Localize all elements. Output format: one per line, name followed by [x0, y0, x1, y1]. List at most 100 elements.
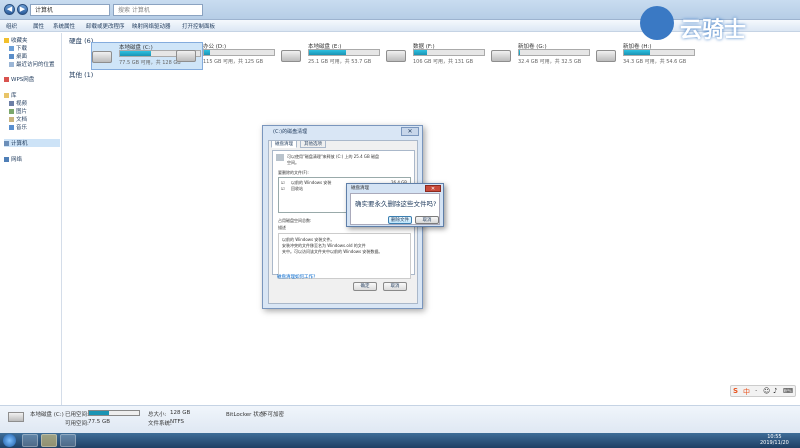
- toolbar-map-drive[interactable]: 映射网络驱动器: [132, 22, 171, 30]
- close-button[interactable]: ✕: [425, 185, 441, 192]
- sidebar-label: 音乐: [16, 125, 28, 131]
- drive-size: 25.1 GB 可用，共 53.7 GB: [308, 59, 372, 65]
- emoji-icon[interactable]: ☺: [763, 387, 770, 395]
- detail-bitlocker-value: 不可加密: [262, 412, 285, 418]
- sidebar-item-videos[interactable]: 视频: [9, 99, 27, 107]
- confirm-message: 确实要永久删除这些文件吗?: [355, 200, 437, 208]
- sidebar-label: 网络: [11, 157, 23, 163]
- checkbox-recycle-bin[interactable]: ☑: [281, 186, 285, 191]
- sidebar-item-music[interactable]: 音乐: [9, 123, 27, 131]
- drive-usage-bar: [518, 49, 590, 56]
- toolbar-system-properties[interactable]: 系统属性: [53, 22, 75, 30]
- sidebar-item-desktop[interactable]: 桌面: [9, 52, 27, 60]
- drive-size: 115 GB 可用，共 125 GB: [203, 59, 264, 65]
- drive-size: 77.5 GB 可用，共 128 GB: [119, 60, 181, 66]
- library-icon: [4, 93, 9, 98]
- toolbar-properties[interactable]: 属性: [33, 22, 44, 30]
- detail-total-value: 128 GB: [170, 410, 191, 416]
- sidebar-network[interactable]: 网络: [4, 155, 22, 163]
- close-button[interactable]: ✕: [401, 127, 419, 136]
- sidebar-item-downloads[interactable]: 下载: [9, 44, 27, 52]
- taskbar-cleanup-icon[interactable]: [60, 434, 76, 447]
- hard-drive-icon: [596, 50, 616, 62]
- address-text: 计算机: [35, 7, 54, 14]
- taskbar: 10:55 2019/11/20: [0, 433, 800, 448]
- back-button[interactable]: ◀: [4, 4, 15, 15]
- group-header-hdd[interactable]: 硬盘 (6): [69, 35, 93, 45]
- tab-disk-cleanup[interactable]: 磁盘清理: [271, 140, 297, 148]
- drive-usage-fill: [309, 50, 347, 55]
- drive-tile[interactable]: 新加卷 (H:) 34.3 GB 可用，共 54.6 GB: [596, 42, 696, 70]
- delete-files-button[interactable]: 删除文件: [388, 216, 412, 224]
- forward-button[interactable]: ▶: [17, 4, 28, 15]
- wps-cloud-icon: [4, 77, 9, 82]
- toolbar-control-panel[interactable]: 打开控制面板: [182, 22, 215, 30]
- search-input[interactable]: 搜索 计算机: [113, 4, 203, 16]
- detail-usage-fill: [89, 411, 109, 415]
- close-icon: ✕: [407, 128, 413, 135]
- cleanup-title: (C:)的磁盘清理: [273, 129, 308, 135]
- address-bar[interactable]: 计算机: [30, 4, 110, 16]
- drive-usage-fill: [120, 51, 152, 56]
- toolbar-uninstall[interactable]: 卸载或更改程序: [86, 22, 125, 30]
- confirm-delete-dialog: 磁盘清理 ✕ 确实要永久删除这些文件吗? 删除文件 取消: [346, 183, 444, 227]
- checkbox-previous-windows[interactable]: ☑: [281, 180, 285, 185]
- drive-tile[interactable]: 办公 (D:) 115 GB 可用，共 125 GB: [176, 42, 276, 70]
- detail-used-label: 已用空间:: [65, 412, 89, 418]
- ime-toolbar: S 中 · ☺ ♪ ⌨: [730, 385, 796, 397]
- hard-drive-icon: [92, 51, 112, 63]
- drive-size: 32.4 GB 可用，共 32.5 GB: [518, 59, 582, 65]
- start-button[interactable]: [3, 434, 16, 447]
- drive-usage-bar: [203, 49, 275, 56]
- detail-free-label: 可用空间:: [65, 421, 89, 427]
- detail-usage-bar: [88, 410, 140, 416]
- punctuation-icon[interactable]: ·: [755, 387, 757, 395]
- sogou-icon[interactable]: S: [733, 387, 738, 395]
- download-folder-icon: [9, 46, 14, 51]
- drive-usage-fill: [204, 50, 210, 55]
- how-it-works-link[interactable]: 磁盘清理如何工作?: [277, 274, 315, 280]
- sidebar-label: 最近访问的位置: [16, 62, 55, 68]
- intro-line-2: 空间。: [287, 160, 299, 165]
- system-clock[interactable]: 10:55 2019/11/20: [760, 434, 789, 446]
- confirm-body: 确实要永久删除这些文件吗? 删除文件 取消: [350, 193, 440, 225]
- drive-tile[interactable]: 本地磁盘 (E:) 25.1 GB 可用，共 53.7 GB: [281, 42, 381, 70]
- drive-icon: [8, 412, 24, 422]
- toolbar-organize[interactable]: 组织: [6, 22, 17, 30]
- sidebar-label: WPS网盘: [11, 77, 35, 83]
- sidebar-favorites[interactable]: 收藏夹: [4, 36, 28, 44]
- sidebar-wps[interactable]: WPS网盘: [4, 75, 34, 83]
- picture-icon: [9, 109, 14, 114]
- drive-usage-fill: [519, 50, 520, 55]
- drive-tile[interactable]: 新加卷 (G:) 32.4 GB 可用，共 32.5 GB: [491, 42, 591, 70]
- detail-fs-label: 文件系统:: [148, 421, 172, 427]
- keyboard-icon[interactable]: ⌨: [783, 387, 793, 395]
- sidebar-computer[interactable]: 计算机: [4, 139, 60, 147]
- group-header-other[interactable]: 其他 (1): [69, 69, 93, 79]
- music-icon: [9, 125, 14, 130]
- description-box: 以前的 Windows 安装文件。 安装冲突的文件移至名为 Windows.ol…: [278, 233, 411, 279]
- forward-arrow-icon: ▶: [19, 5, 26, 13]
- drive-tile[interactable]: 数据 (F:) 106 GB 可用，共 131 GB: [386, 42, 486, 70]
- sidebar-item-recent[interactable]: 最近访问的位置: [9, 60, 55, 68]
- taskbar-explorer-icon[interactable]: [41, 434, 57, 447]
- hard-drive-icon: [281, 50, 301, 62]
- sidebar-item-documents[interactable]: 文档: [9, 115, 27, 123]
- cancel-button[interactable]: 取消: [415, 216, 439, 224]
- ime-mode-icon[interactable]: 中: [743, 387, 750, 397]
- star-icon: [4, 38, 9, 43]
- taskbar-ie-icon[interactable]: [22, 434, 38, 447]
- sidebar-libraries[interactable]: 库: [4, 91, 17, 99]
- desc-line: 夹中。可以访问该文件夹中以前的 Windows 安装数据。: [282, 249, 383, 254]
- sidebar-item-pictures[interactable]: 图片: [9, 107, 27, 115]
- cancel-button[interactable]: 取消: [383, 282, 407, 291]
- tab-more-options[interactable]: 其他选项: [300, 140, 326, 148]
- item-name: 回收站: [291, 186, 303, 191]
- ok-button[interactable]: 确定: [353, 282, 377, 291]
- microphone-icon[interactable]: ♪: [773, 387, 777, 395]
- drive-usage-fill: [624, 50, 650, 55]
- hard-drive-icon: [386, 50, 406, 62]
- back-arrow-icon: ◀: [6, 5, 13, 13]
- details-pane: 本地磁盘 (C:) 已用空间: 可用空间: 77.5 GB 总大小: 128 G…: [0, 405, 800, 433]
- sidebar-label: 计算机: [11, 141, 28, 147]
